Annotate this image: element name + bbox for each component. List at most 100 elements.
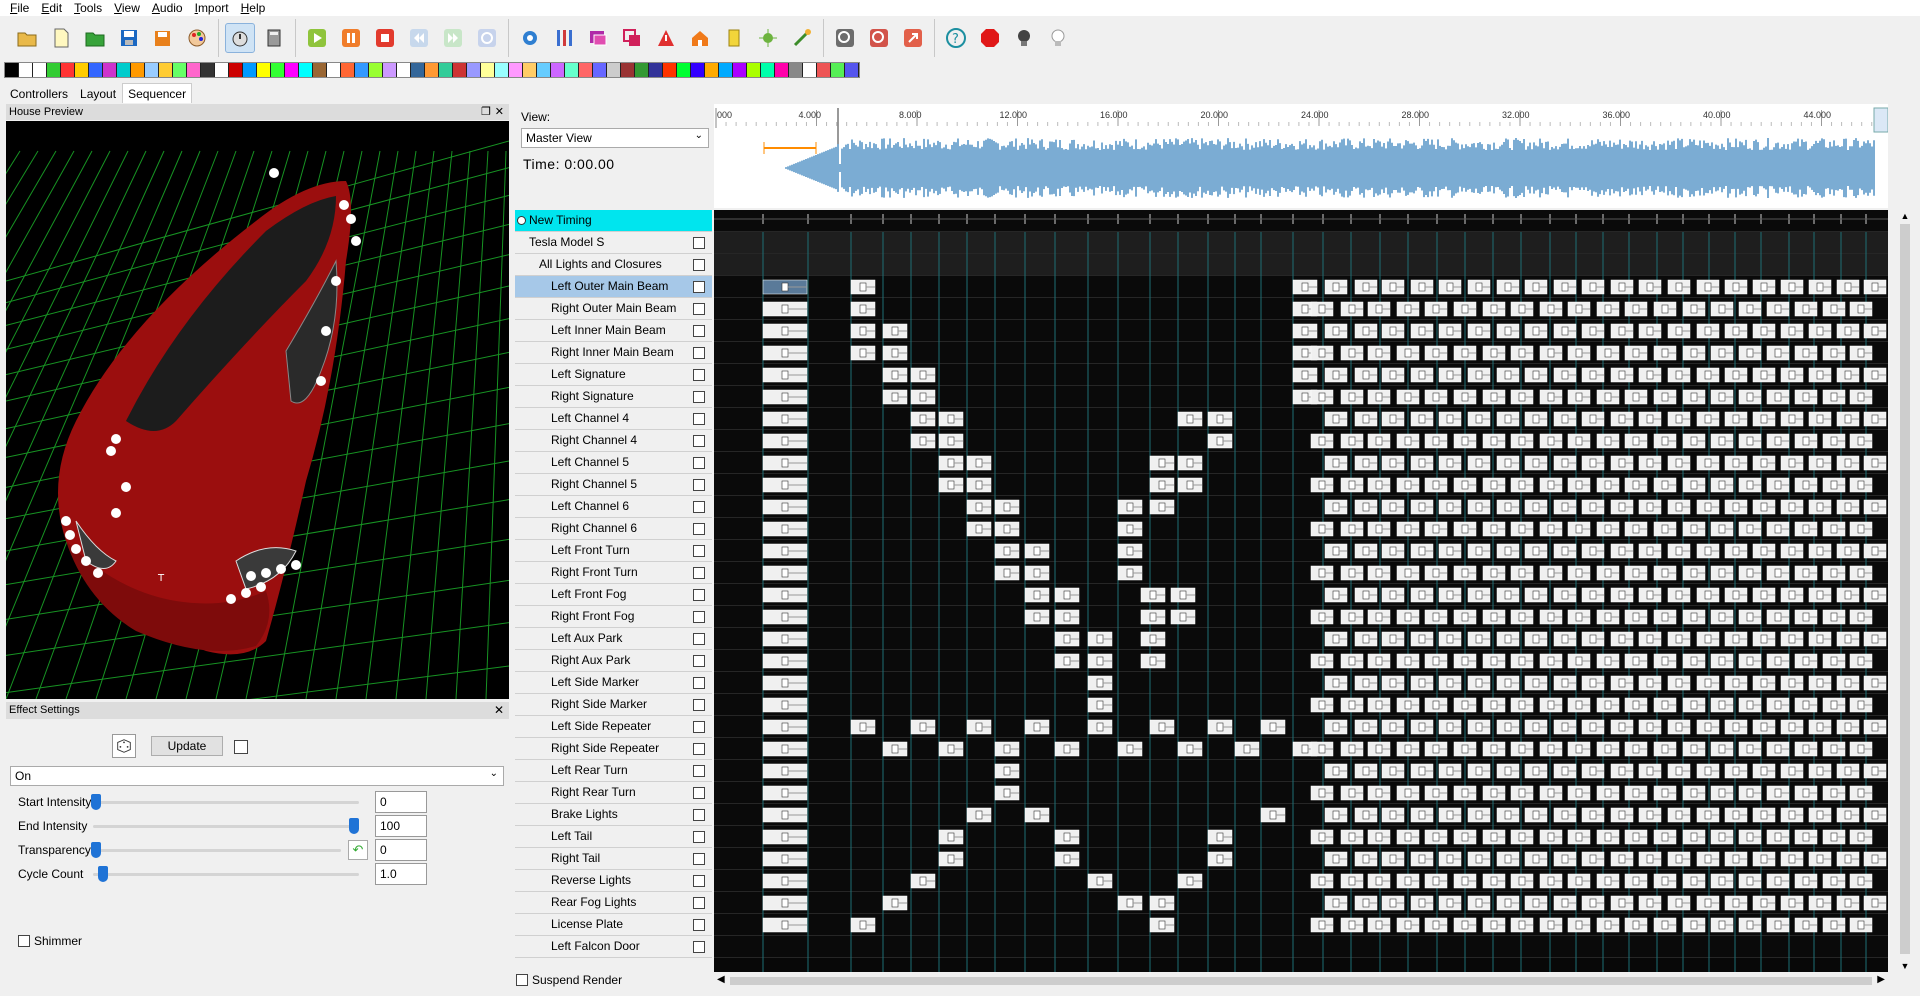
effect-block[interactable] bbox=[1610, 499, 1634, 515]
hscroll-thumb[interactable] bbox=[730, 977, 1872, 985]
effect-block[interactable] bbox=[762, 323, 808, 339]
effect-block[interactable] bbox=[1710, 609, 1734, 625]
effect-block[interactable] bbox=[1794, 433, 1818, 449]
effect-block[interactable] bbox=[1724, 807, 1748, 823]
effect-block[interactable] bbox=[1724, 367, 1748, 383]
effect-block[interactable] bbox=[1553, 895, 1577, 911]
effect-block[interactable] bbox=[938, 411, 964, 427]
effect-block[interactable] bbox=[1724, 675, 1748, 691]
effect-block[interactable] bbox=[1863, 895, 1887, 911]
effect-block[interactable] bbox=[1424, 785, 1448, 801]
effect-block[interactable] bbox=[1624, 873, 1648, 889]
model-row-label[interactable]: Right Outer Main Beam bbox=[515, 298, 712, 320]
effect-block[interactable] bbox=[1596, 653, 1620, 669]
effect-block[interactable] bbox=[1367, 433, 1391, 449]
effect-block[interactable] bbox=[1682, 697, 1706, 713]
effect-block[interactable] bbox=[1410, 895, 1434, 911]
rewind-icon[interactable] bbox=[404, 23, 434, 53]
effect-block[interactable] bbox=[1696, 675, 1720, 691]
effect-block[interactable] bbox=[1340, 873, 1364, 889]
effect-block[interactable] bbox=[1653, 609, 1677, 625]
model-row[interactable]: Tesla Model S bbox=[515, 232, 712, 254]
effect-block[interactable] bbox=[1438, 279, 1462, 295]
effect-block[interactable] bbox=[1822, 917, 1846, 933]
effect-block[interactable] bbox=[1766, 609, 1790, 625]
effect-block[interactable] bbox=[1863, 455, 1887, 471]
effect-block[interactable] bbox=[1780, 719, 1804, 735]
effect-block[interactable] bbox=[1510, 389, 1534, 405]
effect-block[interactable] bbox=[1696, 543, 1720, 559]
effect-block[interactable] bbox=[1340, 565, 1364, 581]
effect-block[interactable] bbox=[1539, 741, 1563, 757]
model-row-label[interactable]: Left Rear Turn bbox=[515, 760, 712, 782]
effect-block[interactable] bbox=[1836, 895, 1860, 911]
effect-block[interactable] bbox=[1324, 675, 1348, 691]
slider-track[interactable] bbox=[93, 801, 359, 804]
model-row-label[interactable]: Rear Fog Lights bbox=[515, 892, 712, 914]
effect-palette-icon[interactable] bbox=[621, 63, 634, 77]
effect-block[interactable] bbox=[1766, 433, 1790, 449]
effect-block[interactable] bbox=[1482, 521, 1506, 537]
effect-block[interactable] bbox=[1822, 873, 1846, 889]
effect-block[interactable] bbox=[1496, 851, 1520, 867]
effect-block[interactable] bbox=[1381, 719, 1405, 735]
effect-block[interactable] bbox=[1354, 367, 1378, 383]
effect-block[interactable] bbox=[1496, 631, 1520, 647]
effect-block[interactable] bbox=[1794, 609, 1818, 625]
effect-block[interactable] bbox=[1024, 719, 1050, 735]
effect-block[interactable] bbox=[1808, 763, 1832, 779]
effect-block[interactable] bbox=[938, 455, 964, 471]
effect-block[interactable] bbox=[1140, 631, 1166, 647]
close-icon[interactable]: ✕ bbox=[494, 702, 504, 719]
effect-block[interactable] bbox=[1207, 433, 1233, 449]
effect-block[interactable] bbox=[1510, 477, 1534, 493]
effect-palette-icon[interactable] bbox=[705, 63, 718, 77]
effect-block[interactable] bbox=[938, 829, 964, 845]
effect-block[interactable] bbox=[1324, 895, 1348, 911]
effect-block[interactable] bbox=[1410, 675, 1434, 691]
effect-block[interactable] bbox=[1752, 763, 1776, 779]
effect-block[interactable] bbox=[1624, 917, 1648, 933]
effect-block[interactable] bbox=[1381, 763, 1405, 779]
effect-block[interactable] bbox=[1610, 895, 1634, 911]
effect-block[interactable] bbox=[882, 345, 908, 361]
effect-block[interactable] bbox=[1863, 675, 1887, 691]
effect-block[interactable] bbox=[1553, 851, 1577, 867]
effect-palette-icon[interactable] bbox=[663, 63, 676, 77]
effect-block[interactable] bbox=[1292, 279, 1318, 295]
effect-block[interactable] bbox=[1822, 829, 1846, 845]
effect-block[interactable] bbox=[1510, 521, 1534, 537]
effect-block[interactable] bbox=[1667, 895, 1691, 911]
effect-block[interactable] bbox=[1539, 521, 1563, 537]
effect-block[interactable] bbox=[1667, 719, 1691, 735]
effect-block[interactable] bbox=[1310, 609, 1334, 625]
effect-block[interactable] bbox=[1054, 631, 1080, 647]
effect-palette-icon[interactable] bbox=[341, 63, 354, 77]
effect-block[interactable] bbox=[1653, 565, 1677, 581]
effect-block[interactable] bbox=[1724, 279, 1748, 295]
effect-block[interactable] bbox=[910, 389, 936, 405]
effect-block[interactable] bbox=[1396, 785, 1420, 801]
bulb-on-icon[interactable] bbox=[1043, 23, 1073, 53]
effect-block[interactable] bbox=[1766, 301, 1790, 317]
effect-block[interactable] bbox=[1863, 807, 1887, 823]
effect-block[interactable] bbox=[1524, 543, 1548, 559]
effect-block[interactable] bbox=[1381, 895, 1405, 911]
effect-block[interactable] bbox=[1467, 851, 1491, 867]
effect-block[interactable] bbox=[1438, 763, 1462, 779]
effect-block[interactable] bbox=[1653, 697, 1677, 713]
effect-block[interactable] bbox=[1510, 609, 1534, 625]
model-row-label[interactable]: Left Tail bbox=[515, 826, 712, 848]
effect-block[interactable] bbox=[1863, 763, 1887, 779]
effect-block[interactable] bbox=[1849, 433, 1873, 449]
effect-block[interactable] bbox=[1482, 389, 1506, 405]
effect-block[interactable] bbox=[762, 433, 808, 449]
effect-block[interactable] bbox=[1310, 829, 1334, 845]
effect-palette-icon[interactable] bbox=[425, 63, 438, 77]
effect-block[interactable] bbox=[762, 279, 808, 295]
effect-block[interactable] bbox=[1310, 301, 1334, 317]
effect-block[interactable] bbox=[1710, 565, 1734, 581]
effect-block[interactable] bbox=[1354, 279, 1378, 295]
effect-block[interactable] bbox=[1054, 851, 1080, 867]
effect-block[interactable] bbox=[850, 279, 876, 295]
